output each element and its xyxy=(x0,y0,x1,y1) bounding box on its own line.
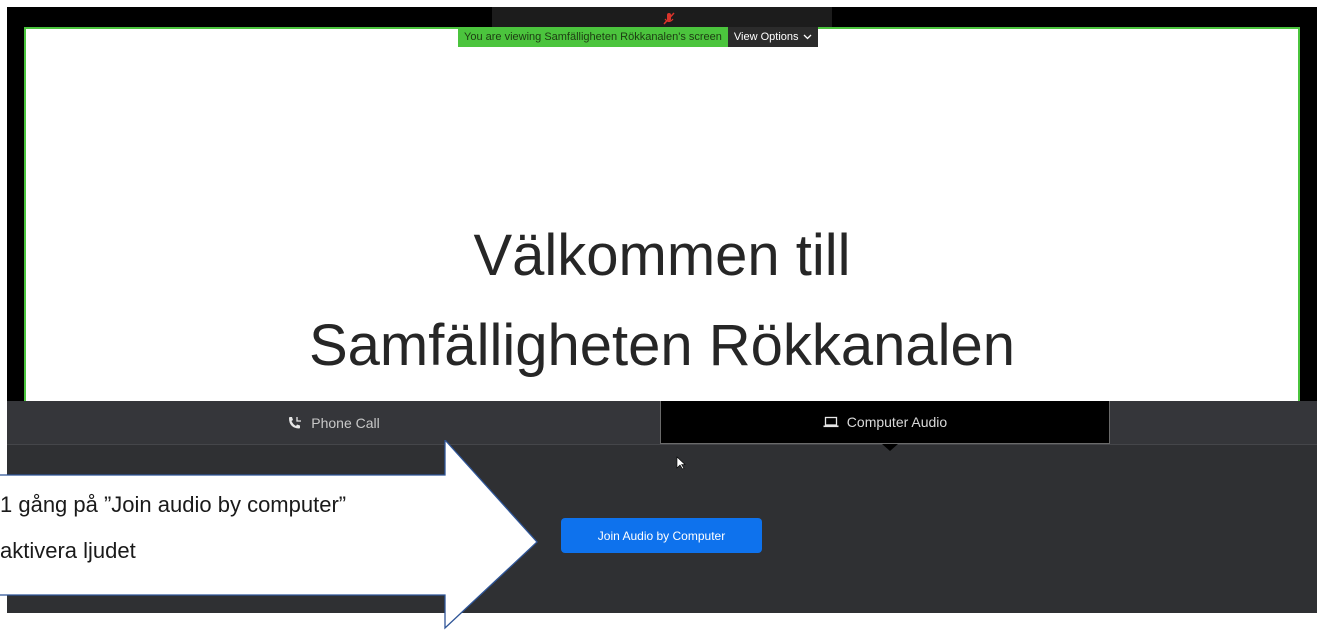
phone-icon xyxy=(289,416,302,428)
slide-title-line2: Samfälligheten Rökkanalen xyxy=(308,313,1016,378)
audio-tab-bar: Phone Call Computer Audio xyxy=(7,401,1317,445)
right-edge xyxy=(1304,27,1317,403)
tab-phone-call[interactable]: Phone Call xyxy=(7,401,660,444)
callout-line1: 1 gång på ”Join audio by computer” xyxy=(0,492,347,517)
active-tab-caret xyxy=(882,444,898,451)
screen-share-banner: You are viewing Samfälligheten Rökkanale… xyxy=(458,27,818,47)
viewing-notice: You are viewing Samfälligheten Rökkanale… xyxy=(458,27,728,47)
callout-arrow xyxy=(0,440,538,630)
tab-computer-audio[interactable]: Computer Audio xyxy=(660,401,1110,444)
callout-line2: aktivera ljudet xyxy=(0,538,136,563)
slide-title-line1: Välkommen till xyxy=(473,223,851,288)
chevron-down-icon xyxy=(803,34,811,40)
tab-phone-call-label: Phone Call xyxy=(311,414,380,431)
muted-mic-icon xyxy=(663,12,675,25)
tab-computer-audio-label: Computer Audio xyxy=(846,414,948,430)
mouse-cursor-icon xyxy=(676,456,686,470)
view-options-label: View Options xyxy=(733,31,799,43)
laptop-icon xyxy=(823,416,839,428)
view-options-button[interactable]: View Options xyxy=(727,27,818,47)
shared-screen: Välkommen till Samfälligheten Rökkanalen xyxy=(24,27,1300,403)
join-audio-by-computer-button[interactable]: Join Audio by Computer xyxy=(561,518,762,553)
